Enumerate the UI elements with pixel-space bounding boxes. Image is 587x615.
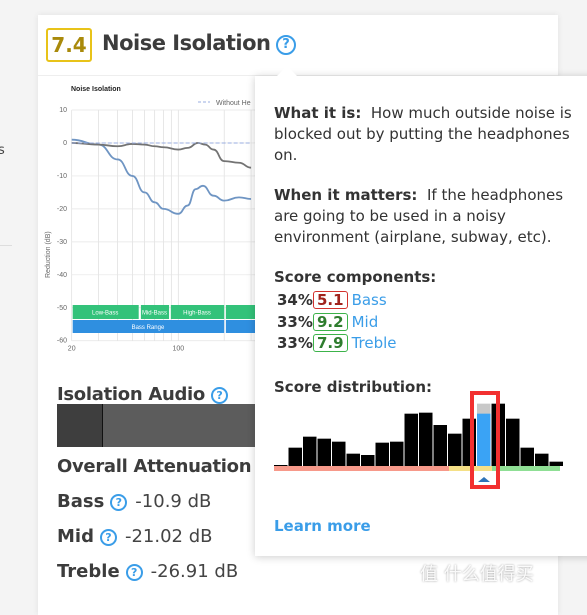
- when-label: When it matters:: [274, 186, 418, 204]
- x-tick-label: 100: [172, 346, 184, 353]
- component-percent: 33%: [277, 312, 313, 331]
- treble-value: -26.91 dB: [150, 561, 239, 582]
- learn-more-link[interactable]: Learn more: [274, 517, 371, 535]
- band-label: High-Bass: [183, 311, 211, 317]
- legend-label: Without He: [216, 100, 251, 107]
- component-treble: 33% 7.9 Treble: [277, 334, 397, 352]
- help-icon[interactable]: ?: [99, 528, 117, 546]
- distribution-bar-highlight: [477, 413, 491, 466]
- what-it-is: What it is: How much outside noise is bl…: [274, 103, 574, 166]
- y-tick-label: -20: [57, 206, 67, 213]
- component-percent: 33%: [277, 334, 313, 352]
- frequency-band: [225, 305, 255, 319]
- y-axis-label: Reduction (dB): [45, 231, 52, 278]
- component-link[interactable]: Mid: [352, 313, 379, 331]
- help-icon[interactable]: ?: [125, 563, 143, 581]
- range-poor: [274, 466, 449, 471]
- distribution-bar: [317, 438, 331, 466]
- distribution-bar: [346, 453, 360, 466]
- isolation-audio-label: Isolation Audio: [57, 384, 205, 405]
- y-tick-label: -30: [57, 239, 67, 246]
- watermark: 值 什么值得买: [420, 564, 534, 585]
- score-distribution-chart: [274, 391, 563, 489]
- distribution-bar: [549, 461, 563, 466]
- component-mid: 33% 9.2 Mid: [277, 312, 379, 331]
- y-tick-label: 10: [59, 107, 67, 114]
- tooltip-caret: [277, 66, 297, 76]
- bass-value: -10.9 dB: [135, 491, 212, 512]
- help-icon[interactable]: ?: [276, 35, 296, 55]
- distribution-bar: [404, 413, 418, 466]
- components-heading: Score components:: [274, 268, 437, 286]
- x-tick-label: 20: [68, 346, 76, 353]
- distribution-bar: [288, 447, 302, 466]
- distribution-bar: [535, 453, 549, 466]
- component-percent: 34%: [277, 291, 313, 309]
- range-good: [492, 466, 560, 471]
- distribution-bar: [361, 455, 375, 466]
- current-score-marker-icon: [478, 477, 490, 482]
- mid-row: Mid? -21.02 dB: [57, 526, 213, 547]
- y-tick-label: -60: [57, 338, 67, 345]
- distribution-bar: [448, 433, 462, 466]
- noise-isolation-chart: Noise Isolation Without He Reduction (dB…: [45, 86, 255, 353]
- distribution-bar: [520, 447, 534, 466]
- help-icon[interactable]: ?: [110, 493, 128, 511]
- distribution-bar: [390, 441, 404, 466]
- isolation-audio-heading: Isolation Audio ?: [57, 384, 228, 405]
- component-link[interactable]: Bass: [352, 291, 387, 309]
- distribution-bar: [303, 436, 317, 466]
- background-text: s: [0, 143, 5, 158]
- y-tick-label: -40: [57, 272, 67, 279]
- audio-progress: [57, 404, 103, 447]
- what-label: What it is:: [274, 104, 362, 122]
- chart-title: Noise Isolation: [71, 86, 121, 93]
- y-tick-label: 0: [63, 140, 67, 147]
- frequency-band: [225, 320, 255, 333]
- treble-label: Treble: [57, 561, 120, 582]
- bass-row: Bass? -10.9 dB: [57, 491, 211, 512]
- distribution-bar: [274, 465, 288, 466]
- when-it-matters: When it matters: If the headphones are g…: [274, 185, 574, 248]
- score-badge: 7.4: [46, 28, 92, 62]
- treble-row: Treble? -26.91 dB: [57, 561, 238, 582]
- component-link[interactable]: Treble: [352, 334, 397, 352]
- distribution-bar: [375, 442, 389, 466]
- distribution-bar: [506, 418, 520, 466]
- component-score: 7.9: [313, 334, 348, 352]
- section-title: Noise Isolation: [102, 31, 271, 55]
- distribution-bar: [419, 412, 433, 466]
- mid-label: Mid: [57, 526, 94, 547]
- distribution-bar: [332, 441, 346, 466]
- y-tick-label: -10: [57, 173, 67, 180]
- band-label: Low-Bass: [92, 311, 118, 317]
- y-tick-label: -50: [57, 305, 67, 312]
- distribution-bar: [433, 425, 447, 466]
- help-icon[interactable]: ?: [210, 386, 228, 404]
- bass-label: Bass: [57, 491, 105, 512]
- divider: [0, 245, 12, 246]
- band-label: Bass Range: [132, 325, 165, 331]
- isolation-audio-player[interactable]: [57, 404, 257, 447]
- mid-value: -21.02 dB: [124, 526, 213, 547]
- overall-attenuation-heading: Overall Attenuation: [57, 456, 252, 477]
- component-bass: 34% 5.1 Bass: [277, 291, 387, 309]
- component-score: 5.1: [313, 291, 348, 309]
- band-label: Mid-Bass: [142, 311, 167, 317]
- component-score: 9.2: [313, 312, 348, 331]
